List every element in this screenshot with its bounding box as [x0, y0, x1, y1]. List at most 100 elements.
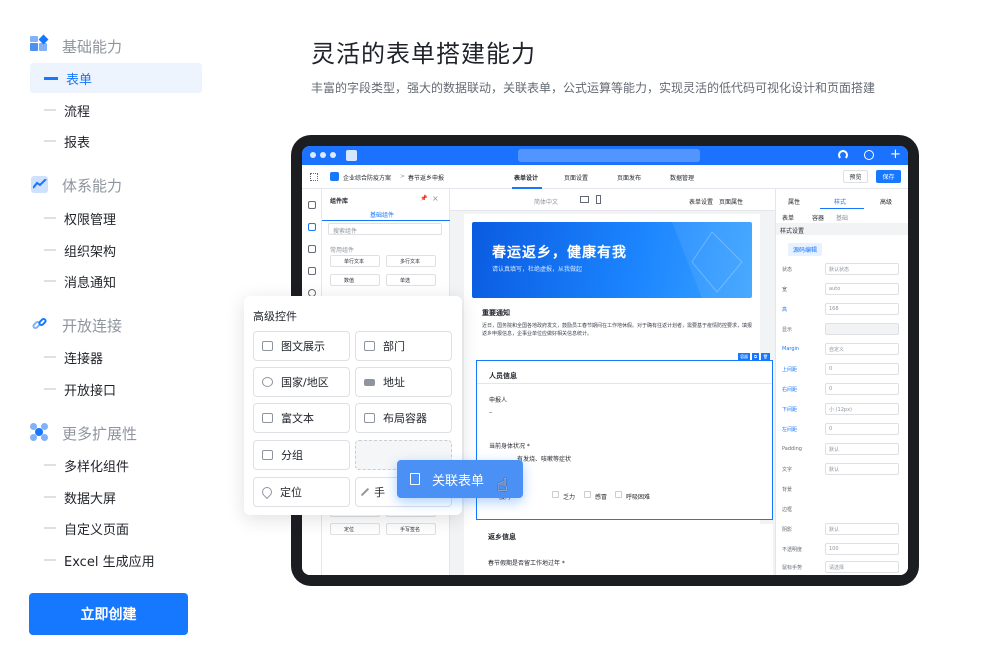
- symptom-checkbox[interactable]: [584, 491, 591, 498]
- prop-margin-left: 左间距 0: [780, 423, 905, 435]
- library-item-number[interactable]: 数值: [330, 274, 380, 286]
- symptom-option: 乏力: [563, 494, 576, 501]
- library-search-input[interactable]: 搜索组件: [328, 223, 442, 235]
- banner-subtitle: 请认真填写，杜绝虚报，从我做起: [492, 266, 583, 273]
- props-tab-style[interactable]: 样式: [834, 197, 846, 206]
- plus-icon[interactable]: +: [890, 147, 901, 163]
- nav-item-excel-app[interactable]: Excel 生成应用: [30, 545, 202, 575]
- nav-item-org[interactable]: 组织架构: [30, 235, 202, 265]
- props-group-title: 样式设置: [780, 228, 805, 235]
- nav-item-label: Excel 生成应用: [64, 554, 155, 570]
- datasource-icon[interactable]: [308, 245, 316, 253]
- nav-item-label: 报表: [64, 135, 91, 151]
- app-logo-icon: [346, 150, 357, 161]
- nav-item-messages[interactable]: 消息通知: [30, 266, 202, 296]
- control-layout-container[interactable]: 布局容器: [355, 403, 452, 433]
- props-path-form[interactable]: 表单: [782, 213, 794, 222]
- health-option-sick[interactable]: 有发烧、咳嗽等症状: [517, 454, 571, 463]
- nav-item-api[interactable]: 开放接口: [30, 374, 202, 404]
- nav-item-process[interactable]: 流程: [30, 95, 202, 125]
- control-label: 定位: [280, 486, 302, 499]
- library-item-textarea[interactable]: 多行文本: [386, 255, 436, 267]
- control-rich-text[interactable]: 富文本: [253, 403, 350, 433]
- props-path-container[interactable]: 容器: [812, 213, 824, 222]
- grid-menu-icon[interactable]: [310, 173, 318, 181]
- delete-icon[interactable]: 🗑: [760, 353, 770, 361]
- nav-item-permissions[interactable]: 权限管理: [30, 203, 202, 233]
- outline-icon[interactable]: [308, 201, 316, 209]
- mobile-icon[interactable]: [596, 195, 601, 204]
- code-icon[interactable]: [308, 267, 316, 275]
- prop-padding: Padding 默认: [780, 443, 905, 455]
- global-search-input[interactable]: [518, 149, 700, 162]
- group-icon: [262, 450, 273, 460]
- globe-icon: [262, 377, 273, 387]
- breadcrumb-page[interactable]: 春节返乡申报: [408, 173, 444, 182]
- tab-page-publish[interactable]: 页面发布: [617, 173, 641, 182]
- library-tab-basic[interactable]: 基础组件: [370, 210, 394, 219]
- control-image-text[interactable]: 图文展示: [253, 331, 350, 361]
- props-tab-attrs[interactable]: 属性: [788, 197, 800, 206]
- pin-icon[interactable]: 📌: [420, 195, 427, 202]
- nav-item-report[interactable]: 报表: [30, 126, 202, 156]
- symptom-checkbox[interactable]: [552, 491, 559, 498]
- create-now-button[interactable]: 立即创建: [29, 593, 188, 635]
- control-location[interactable]: 定位: [253, 477, 350, 507]
- nav-item-form[interactable]: 表单: [30, 63, 202, 93]
- nav-group-system: 体系能力: [30, 172, 122, 198]
- prop-text: 文字 默认: [780, 463, 905, 475]
- tab-form-design[interactable]: 表单设计: [514, 173, 538, 182]
- control-label: 分组: [281, 449, 303, 462]
- props-path-basic[interactable]: 基础: [836, 213, 848, 222]
- library-item-location[interactable]: 定位: [330, 523, 380, 535]
- page-title: 灵活的表单搭建能力: [311, 40, 536, 68]
- save-button[interactable]: 保存: [876, 170, 901, 183]
- preview-button[interactable]: 预览: [843, 170, 868, 183]
- prop-border: 边框: [782, 507, 793, 513]
- section-divider: [477, 383, 772, 384]
- nav-group-open: 开放连接: [30, 312, 122, 338]
- notice-body: 近日，国务院和全国各地政府发文，鼓励员工春节期间在工作地休假。对于确有往返计划者…: [482, 323, 753, 337]
- desktop-icon[interactable]: [580, 196, 589, 203]
- nav-group-basic: 基础能力: [30, 33, 122, 59]
- nav-item-dashboard[interactable]: 数据大屏: [30, 482, 202, 512]
- control-country[interactable]: 国家/地区: [253, 367, 350, 397]
- close-icon[interactable]: ×: [432, 194, 439, 203]
- control-label: 图文展示: [281, 340, 325, 353]
- library-item-text[interactable]: 单行文本: [330, 255, 380, 267]
- control-department[interactable]: 部门: [355, 331, 452, 361]
- canvas-toolbar: 简体中文 表单设置 页面属性: [450, 189, 775, 211]
- dragging-label: 关联表单: [432, 473, 485, 489]
- nav-item-label: 消息通知: [64, 275, 117, 291]
- library-item-signature[interactable]: 手写签名: [386, 523, 436, 535]
- breadcrumb-app[interactable]: 企业综合防疫方案: [343, 173, 391, 182]
- copy-icon[interactable]: ⧉: [752, 353, 759, 361]
- nav-item-label: 表单: [66, 72, 93, 88]
- language-select[interactable]: 简体中文: [534, 197, 558, 206]
- symptom-option: 感冒: [595, 494, 608, 501]
- symptom-option: 呼吸困难: [626, 494, 651, 501]
- link-icon: [30, 315, 50, 335]
- nav-item-connector[interactable]: 连接器: [30, 342, 202, 372]
- nav-item-custom-page[interactable]: 自定义页面: [30, 513, 202, 543]
- symptom-checkbox[interactable]: [615, 491, 622, 498]
- headset-icon[interactable]: [838, 150, 848, 160]
- tab-page-settings[interactable]: 页面设置: [564, 173, 588, 182]
- container-label[interactable]: 容器: [738, 353, 751, 361]
- control-address[interactable]: 地址: [355, 367, 452, 397]
- history-icon[interactable]: [864, 150, 874, 160]
- form-settings-link[interactable]: 表单设置: [689, 197, 713, 206]
- library-title: 组件库: [330, 198, 349, 205]
- tab-data-management[interactable]: 数据管理: [670, 173, 694, 182]
- hand-cursor-icon: ☝: [497, 475, 508, 496]
- library-item-radio[interactable]: 单选: [386, 274, 436, 286]
- app-toolbar: 企业综合防疫方案 > 春节返乡申报 表单设计 页面设置 页面发布 数据管理 预览…: [302, 165, 908, 189]
- control-group[interactable]: 分组: [253, 440, 350, 470]
- nav-item-components[interactable]: 多样化组件: [30, 450, 202, 480]
- page-props-link[interactable]: 页面属性: [719, 197, 743, 206]
- props-tab-advanced[interactable]: 高级: [880, 197, 892, 206]
- form-banner: 春运返乡，健康有我 请认真填写，杜绝虚报，从我做起: [472, 222, 752, 298]
- source-code-button[interactable]: 源码编辑: [788, 243, 822, 256]
- section-person-info: 人员信息: [489, 372, 517, 380]
- components-icon[interactable]: [308, 223, 316, 231]
